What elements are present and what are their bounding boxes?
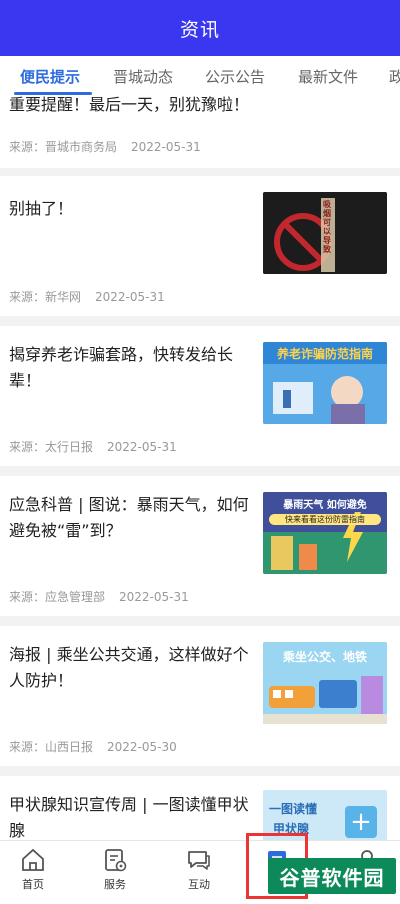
tabbar-label: 服务 — [104, 878, 126, 891]
tabbar-interact[interactable]: 互动 — [164, 847, 234, 892]
article-meta: 来源：山西日报 2022-05-30 — [9, 738, 177, 755]
article-thumbnail: 养老诈骗防范指南 — [263, 342, 387, 424]
tab-gongshi[interactable]: 公示公告 — [205, 66, 265, 87]
article-item[interactable]: 重要提醒！最后一天，别犹豫啦！ 来源：晋城市商务局 2022-05-31 — [0, 95, 400, 168]
home-icon — [22, 848, 44, 871]
article-date: 2022-05-31 — [131, 140, 201, 154]
article-source: 来源：新华网 — [9, 290, 82, 304]
article-title: 应急科普 | 图说：暴雨天气，如何避免被“雷”到？ — [9, 495, 249, 540]
article-title: 别抽了！ — [9, 199, 74, 218]
thumb-caption: 一图读懂 — [269, 802, 318, 816]
page-title: 资讯 — [179, 18, 220, 41]
article-source: 来源：太行日报 — [9, 440, 94, 454]
article-date: 2022-05-30 — [107, 740, 177, 754]
article-thumbnail: 吸烟可以导致 — [263, 192, 387, 274]
article-date: 2022-05-31 — [107, 440, 177, 454]
tab-bianmin[interactable]: 便民提示 — [20, 66, 80, 87]
thumb-caption: 暴雨天气 如何避免 — [283, 500, 367, 511]
tab-wenjian[interactable]: 最新文件 — [298, 66, 358, 87]
tab-zheng[interactable]: 政 — [389, 66, 400, 87]
page-header: 资讯 — [0, 0, 400, 56]
article-thumbnail: 乘坐公交、地铁 — [263, 642, 387, 724]
tabbar-service[interactable]: 服务 — [80, 847, 150, 892]
article-source: 来源：晋城市商务局 — [9, 140, 118, 154]
article-meta: 来源：太行日报 2022-05-31 — [9, 438, 177, 455]
article-title: 揭穿养老诈骗套路，快转发给长辈！ — [9, 345, 234, 390]
article-thumbnail: 暴雨天气 如何避免 快来看看这份防雷指南 — [263, 492, 387, 574]
article-title: 重要提醒！最后一天，别犹豫啦！ — [9, 95, 250, 114]
chat-icon — [188, 851, 210, 870]
plus-icon: + — [345, 806, 377, 838]
article-meta: 来源：新华网 2022-05-31 — [9, 288, 165, 305]
tab-jincheng[interactable]: 晋城动态 — [113, 66, 173, 87]
article-source: 来源：应急管理部 — [9, 590, 106, 604]
article-item[interactable]: 海报 | 乘坐公共交通，这样做好个人防护！ 乘坐公交、地铁 来源：山西日报 202… — [0, 626, 400, 766]
article-title: 甲状腺知识宣传周 | 一图读懂甲状腺 — [9, 795, 249, 840]
service-icon — [105, 849, 127, 872]
watermark-logo: 谷普软件园 — [268, 858, 396, 894]
thumb-caption: 养老诈骗防范指南 — [276, 347, 373, 361]
tabbar-home[interactable]: 首页 — [0, 847, 68, 892]
article-item[interactable]: 甲状腺知识宣传周 | 一图读懂甲状腺 一图读懂 甲状腺 + — [0, 776, 400, 840]
tabbar-label: 互动 — [188, 878, 210, 891]
article-title: 海报 | 乘坐公共交通，这样做好个人防护！ — [9, 645, 249, 690]
thumb-subcaption: 快来看看这份防雷指南 — [269, 514, 381, 525]
article-source: 来源：山西日报 — [9, 740, 94, 754]
article-item[interactable]: 别抽了！ 吸烟可以导致 来源：新华网 2022-05-31 — [0, 176, 400, 316]
tabbar-label: 首页 — [22, 878, 44, 891]
article-meta: 来源：晋城市商务局 2022-05-31 — [9, 138, 201, 155]
article-date: 2022-05-31 — [95, 290, 165, 304]
thumb-caption: 乘坐公交、地铁 — [282, 650, 367, 664]
article-date: 2022-05-31 — [119, 590, 189, 604]
article-item[interactable]: 应急科普 | 图说：暴雨天气，如何避免被“雷”到？ 暴雨天气 如何避免 快来看看… — [0, 476, 400, 616]
article-meta: 来源：应急管理部 2022-05-31 — [9, 588, 189, 605]
article-item[interactable]: 揭穿养老诈骗套路，快转发给长辈！ 养老诈骗防范指南 来源：太行日报 2022-05… — [0, 326, 400, 466]
thumb-caption: 吸烟可以导致 — [323, 200, 331, 254]
